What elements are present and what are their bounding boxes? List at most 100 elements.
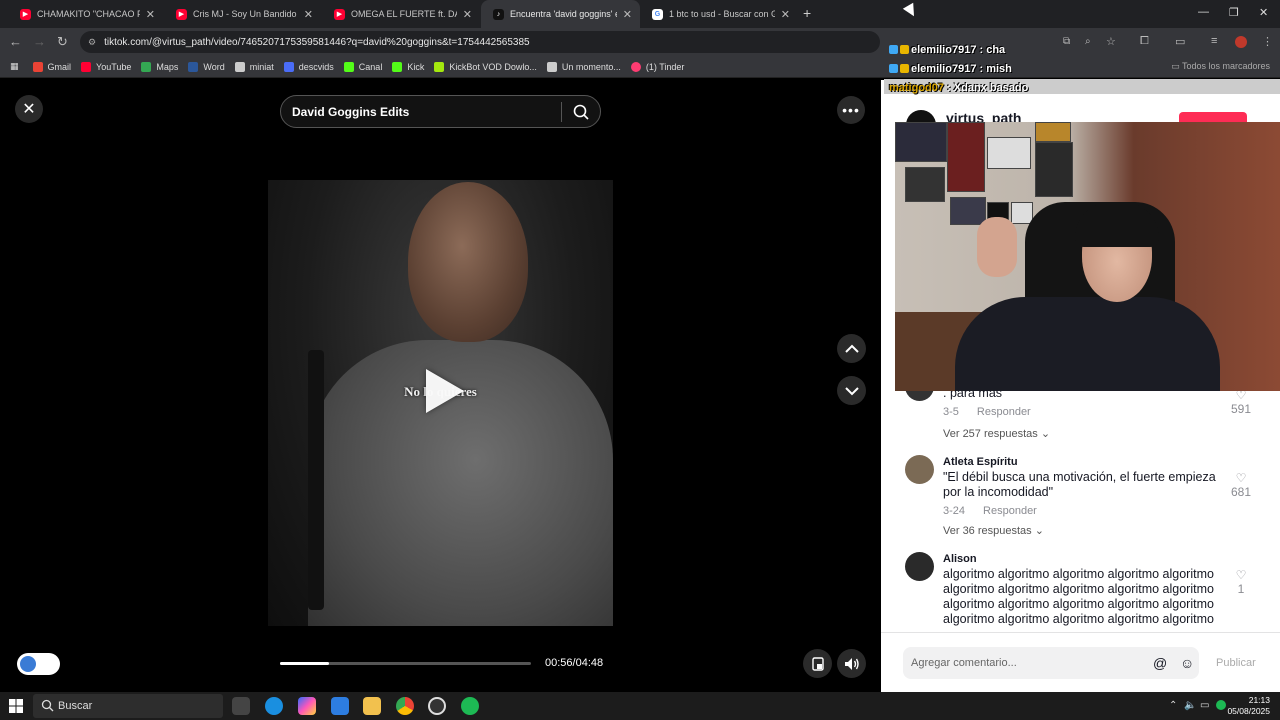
like-count: 591 bbox=[1230, 402, 1252, 416]
poster-image bbox=[947, 122, 985, 192]
publish-button[interactable]: Publicar bbox=[1216, 657, 1256, 669]
taskbar-clock[interactable]: 21:13 05/08/2025 bbox=[1227, 695, 1270, 717]
tray-chevron-icon[interactable]: ⌃ bbox=[1169, 700, 1177, 711]
copilot-icon[interactable] bbox=[298, 697, 316, 715]
comment-text: "El débil busca una motivación, el fuert… bbox=[943, 470, 1216, 499]
spotify-icon[interactable] bbox=[461, 697, 479, 715]
bookmark-star-icon[interactable]: ☆ bbox=[1106, 35, 1116, 48]
video-progress-bar[interactable] bbox=[280, 662, 531, 665]
chat-message: matigod07 : Xdanx basado bbox=[889, 78, 1028, 97]
pip-button[interactable] bbox=[803, 649, 832, 678]
bookmark-gmail[interactable]: Gmail bbox=[32, 61, 71, 72]
emoji-icon[interactable]: ☺ bbox=[1180, 655, 1194, 671]
play-icon[interactable] bbox=[426, 369, 464, 413]
search-icon[interactable] bbox=[572, 103, 590, 121]
reply-link[interactable]: Responder bbox=[983, 505, 1037, 517]
comment-username[interactable]: Alison bbox=[943, 553, 977, 565]
tab-0[interactable]: ▶ CHAMAKITO "CHACAO PIZZA" ✕ bbox=[8, 0, 163, 28]
previous-video-button[interactable] bbox=[837, 334, 866, 363]
video-person-head bbox=[408, 182, 528, 342]
more-icon: ••• bbox=[842, 102, 860, 118]
apps-icon[interactable]: ▦ bbox=[10, 61, 19, 72]
profile-avatar[interactable] bbox=[1235, 36, 1247, 48]
bookmark-descvids[interactable]: descvids bbox=[283, 61, 334, 72]
bookmark-canal[interactable]: Canal bbox=[343, 61, 382, 72]
chat-text: : cha bbox=[979, 43, 1006, 56]
forward-icon[interactable]: → bbox=[33, 34, 46, 49]
taskbar-search-input[interactable]: Buscar bbox=[33, 694, 223, 718]
back-icon[interactable]: ← bbox=[9, 34, 22, 49]
chrome-icon[interactable] bbox=[396, 697, 414, 715]
tab-2[interactable]: ▶ OMEGA EL FUERTE ft. DADDY Y ✕ bbox=[322, 0, 480, 28]
task-view-icon[interactable] bbox=[232, 697, 250, 715]
obs-icon[interactable] bbox=[428, 697, 446, 715]
bookmark-maps[interactable]: Maps bbox=[141, 61, 178, 72]
network-icon[interactable]: ▭ bbox=[1200, 700, 1209, 711]
tab-title: OMEGA EL FUERTE ft. DADDY Y bbox=[351, 9, 457, 19]
tiktok-icon: ♪ bbox=[493, 8, 504, 20]
all-bookmarks[interactable]: ▭ Todos los marcadores bbox=[1171, 61, 1270, 72]
file-explorer-icon[interactable] bbox=[363, 697, 381, 715]
comment-avatar[interactable] bbox=[905, 552, 934, 581]
close-tab-icon[interactable]: ✕ bbox=[623, 8, 632, 21]
sidepanel-icon[interactable]: ▭ bbox=[1175, 35, 1185, 48]
like-button[interactable]: ♡ 591 bbox=[1229, 388, 1253, 416]
comment-username[interactable]: Atleta Espíritu bbox=[943, 456, 1018, 468]
chevron-down-icon: ⌄ bbox=[1040, 428, 1051, 440]
tray-app-icon[interactable] bbox=[1216, 700, 1226, 710]
comment-input-bar: Agregar comentario... @ ☺ Publicar bbox=[881, 632, 1280, 692]
like-button[interactable]: ♡ 1 bbox=[1229, 568, 1253, 596]
restore-icon[interactable]: ❐ bbox=[1229, 6, 1239, 19]
store-icon[interactable] bbox=[331, 697, 349, 715]
media-icon[interactable]: ≡ bbox=[1211, 35, 1217, 47]
bookmark-word[interactable]: Word bbox=[188, 61, 225, 72]
comment-placeholder: Agregar comentario... bbox=[911, 657, 1017, 669]
comment-avatar[interactable] bbox=[905, 455, 934, 484]
reply-link[interactable]: Responder bbox=[977, 406, 1031, 418]
bookmark-miniat[interactable]: miniat bbox=[234, 61, 274, 72]
new-tab-icon[interactable]: + bbox=[803, 5, 811, 21]
tab-title: Encuentra 'david goggins' en Ti bbox=[510, 9, 617, 19]
bookmark-tinder[interactable]: (1) Tinder bbox=[630, 61, 684, 72]
site-info-icon[interactable]: ⚙ bbox=[88, 37, 96, 48]
view-replies-link[interactable]: Ver 36 respuestas ⌄ bbox=[943, 524, 1044, 537]
close-window-icon[interactable]: ✕ bbox=[1259, 6, 1268, 19]
taskbar-search-label: Buscar bbox=[58, 700, 93, 712]
view-replies-link[interactable]: Ver 257 respuestas ⌄ bbox=[943, 427, 1050, 440]
poster-image bbox=[1035, 122, 1071, 142]
close-tab-icon[interactable]: ✕ bbox=[146, 8, 155, 21]
bookmark-youtube[interactable]: YouTube bbox=[81, 61, 131, 72]
reload-icon[interactable]: ↻ bbox=[57, 34, 68, 50]
close-video-button[interactable]: ✕ bbox=[15, 95, 43, 123]
zoom-icon[interactable]: ⌕ bbox=[1085, 36, 1091, 47]
close-tab-icon[interactable]: ✕ bbox=[781, 8, 790, 21]
badge-icon bbox=[889, 64, 898, 73]
autoscroll-toggle[interactable] bbox=[17, 653, 60, 675]
search-input[interactable]: David Goggins Edits bbox=[280, 95, 601, 128]
edge-icon[interactable] bbox=[265, 697, 283, 715]
poster-image bbox=[1035, 142, 1073, 197]
tab-3[interactable]: ♪ Encuentra 'david goggins' en Ti ✕ bbox=[481, 0, 640, 28]
extensions-icon[interactable]: ⧠ bbox=[1140, 35, 1149, 48]
tab-4[interactable]: G 1 btc to usd - Buscar con Goog ✕ bbox=[640, 0, 798, 28]
like-button[interactable]: ♡ 681 bbox=[1229, 471, 1253, 499]
bookmark-un-momento[interactable]: Un momento... bbox=[546, 61, 621, 72]
more-options-button[interactable]: ••• bbox=[837, 96, 865, 124]
url-bar[interactable]: ⚙ tiktok.com/@virtus_path/video/74652071… bbox=[80, 31, 880, 53]
next-video-button[interactable] bbox=[837, 376, 866, 405]
mention-icon[interactable]: @ bbox=[1153, 655, 1167, 671]
bookmark-kick[interactable]: Kick bbox=[392, 61, 424, 72]
word-icon bbox=[188, 61, 199, 72]
windows-start-icon[interactable] bbox=[9, 699, 23, 713]
bookmark-kickbot[interactable]: KickBot VOD Dowlo... bbox=[434, 61, 537, 72]
volume-button[interactable] bbox=[837, 649, 866, 678]
menu-icon[interactable]: ⋮ bbox=[1262, 35, 1273, 48]
tab-1[interactable]: ▶ Cris MJ - Soy Un Bandido (Vide ✕ bbox=[164, 0, 321, 28]
search-divider bbox=[561, 102, 562, 122]
youtube-icon: ▶ bbox=[20, 8, 31, 20]
close-tab-icon[interactable]: ✕ bbox=[463, 8, 472, 21]
close-tab-icon[interactable]: ✕ bbox=[304, 8, 313, 21]
speaker-icon[interactable]: 🔈 bbox=[1184, 700, 1196, 711]
search-icon bbox=[41, 699, 54, 712]
minimize-icon[interactable]: — bbox=[1198, 6, 1209, 18]
